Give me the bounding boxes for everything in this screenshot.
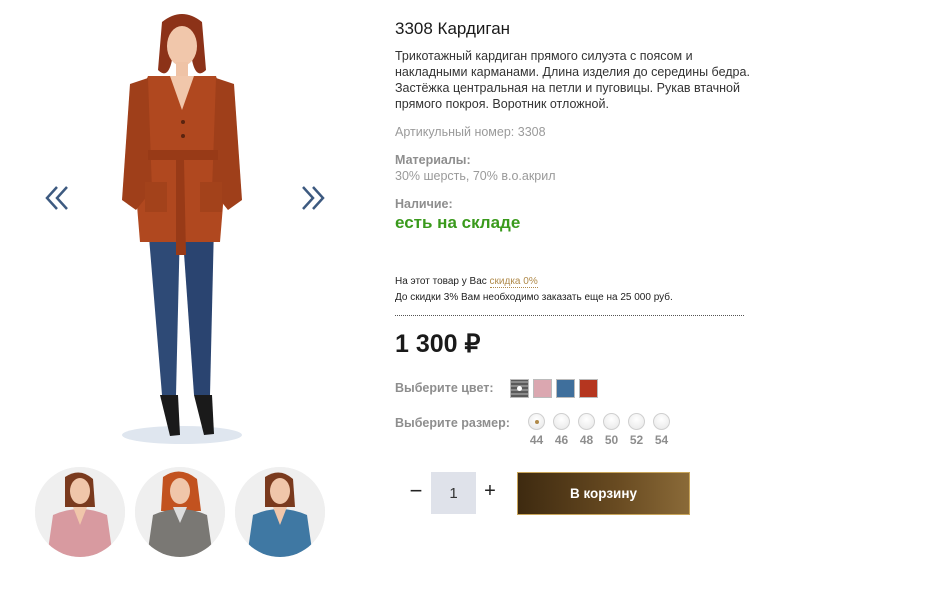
radio-icon	[553, 413, 570, 430]
size-label-52: 52	[629, 433, 644, 447]
double-chevron-right-icon	[302, 186, 325, 210]
color-swatches	[510, 379, 598, 398]
thumbnail-blue-photo	[235, 467, 325, 557]
size-options: 44 46 48 50 52 54	[527, 413, 671, 447]
product-title: 3308 Кардиган	[395, 19, 511, 38]
color-swatch-terracotta[interactable]	[579, 379, 598, 398]
size-option-48[interactable]: 48	[577, 413, 596, 447]
availability-status: есть на складе	[395, 213, 521, 232]
radio-icon	[628, 413, 645, 430]
size-label-46: 46	[554, 433, 569, 447]
gallery-prev-button[interactable]	[43, 183, 73, 213]
color-swatch-grey-melange[interactable]	[510, 379, 529, 398]
discount-text: На этот товар у Вас	[395, 276, 490, 287]
color-swatch-pink[interactable]	[533, 379, 552, 398]
article-number: Артикульный номер: 3308	[395, 125, 546, 139]
size-option-44[interactable]: 44	[527, 413, 546, 447]
discount-link[interactable]: скидка 0%	[489, 276, 538, 288]
product-price: 1 300 ₽	[395, 330, 481, 358]
color-picker-label: Выберите цвет:	[395, 381, 494, 395]
materials-value: 30% шерсть, 70% в.о.акрил	[395, 169, 556, 183]
quantity-decrease-button[interactable]: −	[407, 480, 425, 504]
thumbnail-blue[interactable]	[235, 467, 325, 557]
materials-label: Материалы:	[395, 153, 471, 167]
gallery-next-button[interactable]	[297, 183, 327, 213]
radio-icon	[603, 413, 620, 430]
size-option-54[interactable]: 54	[652, 413, 671, 447]
product-description: Трикотажный кардиган прямого силуэта с п…	[395, 49, 750, 111]
main-product-photo[interactable]	[100, 10, 270, 455]
product-gallery	[0, 0, 360, 599]
size-option-46[interactable]: 46	[552, 413, 571, 447]
quantity-input[interactable]	[431, 472, 476, 514]
double-chevron-left-icon	[45, 186, 68, 210]
availability-label: Наличие:	[395, 197, 453, 211]
radio-icon	[578, 413, 595, 430]
size-option-50[interactable]: 50	[602, 413, 621, 447]
size-label-54: 54	[654, 433, 669, 447]
divider	[395, 315, 744, 316]
thumbnail-pink-photo	[35, 467, 125, 557]
thumbnail-pink[interactable]	[35, 467, 125, 557]
quantity-increase-button[interactable]: +	[481, 480, 499, 504]
thumbnail-grey[interactable]	[135, 467, 225, 557]
model-photo-illustration	[122, 14, 242, 444]
add-to-cart-button[interactable]: В корзину	[517, 472, 690, 515]
color-swatch-blue[interactable]	[556, 379, 575, 398]
thumbnail-grey-photo	[135, 467, 225, 557]
discount-threshold: До скидки 3% Вам необходимо заказать еще…	[395, 292, 673, 303]
selected-dot	[517, 386, 522, 391]
radio-icon	[653, 413, 670, 430]
size-label-50: 50	[604, 433, 619, 447]
size-picker-label: Выберите размер:	[395, 416, 510, 430]
size-option-52[interactable]: 52	[627, 413, 646, 447]
discount-info: На этот товар у Вас скидка 0%	[395, 276, 538, 288]
size-label-48: 48	[579, 433, 594, 447]
size-label-44: 44	[529, 433, 544, 447]
radio-icon	[528, 413, 545, 430]
